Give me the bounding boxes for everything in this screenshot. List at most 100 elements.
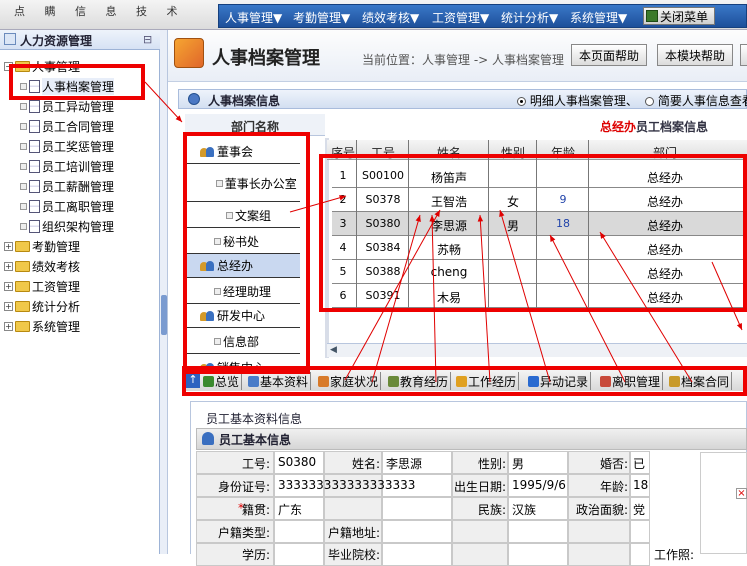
sidebar-item-3[interactable]: 员工合同管理 (20, 118, 114, 135)
menu-attendance[interactable]: 考勤管理▼ (293, 9, 350, 26)
form-subtitle: 员工基本信息 (219, 433, 292, 447)
field-value-gonghao: S0380 (278, 455, 317, 469)
annotation-arrow-head (736, 323, 742, 330)
field-label-xueli: 学历: (241, 548, 270, 562)
field-value-idcard: 333333333333333333 (278, 478, 416, 492)
annotation-arrow-head (175, 115, 182, 122)
user-icon (202, 432, 214, 445)
sidebar-item-label: 考勤管理 (32, 240, 81, 254)
info-bar-title: 人事档案信息 (208, 94, 281, 108)
tree-connector (20, 103, 27, 110)
document-icon (29, 100, 40, 113)
form-value-cell[interactable] (382, 520, 452, 543)
sidebar-item-label: 员工合同管理 (42, 120, 115, 134)
sidebar-item-5[interactable]: 员工培训管理 (20, 158, 114, 175)
field-label-gender: 性别: (477, 457, 506, 471)
form-value-cell[interactable] (508, 520, 568, 543)
sidebar-header: 人力资源管理 ⊟ (0, 30, 160, 50)
sidebar-item-label: 组织架构管理 (42, 220, 115, 234)
radio-checked-icon (517, 97, 526, 106)
tree-connector (20, 123, 27, 130)
scroll-left-icon[interactable]: ◀ (330, 345, 337, 355)
sidebar-item-label: 统计分析 (32, 300, 81, 314)
more-button[interactable] (740, 44, 747, 66)
page-help-button[interactable]: 本页面帮助 (571, 44, 647, 66)
field-value-age: 18 (633, 478, 649, 492)
sidebar-item-7[interactable]: 员工离职管理 (20, 198, 114, 215)
field-value-gender: 男 (512, 457, 525, 471)
folder-icon (15, 321, 30, 332)
brand-text: 点 瞒 信 息 技 术 (14, 5, 186, 18)
sidebar-item-label: 员工奖惩管理 (42, 140, 115, 154)
menu-system[interactable]: 系统管理▼ (570, 9, 627, 26)
folder-icon (15, 261, 30, 272)
collapse-all-icon[interactable]: ⊟ (143, 33, 152, 46)
archive-dept-name: 总经办 (600, 120, 637, 134)
document-icon (29, 180, 40, 193)
expand-icon[interactable]: + (4, 242, 13, 251)
table-hscrollbar[interactable]: ◀ (327, 343, 747, 357)
sidebar-item-label: 员工培训管理 (42, 160, 115, 174)
radio-simple[interactable]: 简要人事信息查看 (645, 92, 747, 109)
field-label-photo: 工作照: (654, 548, 695, 562)
folder-icon (15, 301, 30, 312)
sidebar-item-13[interactable]: + 系统管理 (4, 318, 80, 335)
form-value-cell[interactable] (274, 520, 324, 543)
form-value-cell[interactable] (382, 497, 452, 520)
form-value-cell[interactable] (630, 543, 650, 566)
sidebar-item-11[interactable]: + 工资管理 (4, 278, 80, 295)
panel-splitter[interactable] (160, 30, 168, 554)
field-label-biye: 毕业院校: (327, 548, 380, 562)
document-icon (29, 200, 40, 213)
form-label-cell (568, 543, 630, 566)
sidebar-item-8[interactable]: 组织架构管理 (20, 218, 114, 235)
sidebar-item-6[interactable]: 员工薪酬管理 (20, 178, 114, 195)
form-label-cell (568, 520, 630, 543)
form-value-cell[interactable] (630, 520, 650, 543)
page-title: 人事档案管理 (212, 48, 320, 69)
splitter-grip[interactable] (161, 295, 167, 335)
module-help-button[interactable]: 本模块帮助 (657, 44, 733, 66)
highlight-employee-table (319, 154, 747, 312)
menu-statistics[interactable]: 统计分析▼ (501, 9, 558, 26)
close-menu-button[interactable]: 关闭菜单 (643, 7, 715, 25)
sidebar-item-4[interactable]: 员工奖惩管理 (20, 138, 114, 155)
photo-frame[interactable] (700, 452, 747, 554)
field-label-married: 婚否: (599, 457, 628, 471)
radio-detail[interactable]: 明细人事档案管理、 (517, 92, 638, 109)
sidebar-item-12[interactable]: + 统计分析 (4, 298, 80, 315)
expand-icon[interactable]: + (4, 322, 13, 331)
book-icon (4, 33, 16, 45)
form-label-cell (452, 520, 508, 543)
sidebar-item-9[interactable]: + 考勤管理 (4, 238, 80, 255)
expand-icon[interactable]: + (4, 262, 13, 271)
collapse-icon[interactable] (188, 93, 200, 105)
menu-salary[interactable]: 工资管理▼ (432, 9, 489, 26)
close-menu-icon (646, 10, 658, 22)
menu-performance[interactable]: 绩效考核▼ (362, 9, 419, 26)
document-icon (29, 140, 40, 153)
folder-icon (15, 281, 30, 292)
document-icon (29, 160, 40, 173)
tree-connector (20, 223, 27, 230)
radio-unchecked-icon (645, 97, 654, 106)
menu-hr[interactable]: 人事管理▼ (225, 9, 282, 26)
form-value-cell[interactable] (382, 543, 452, 566)
form-section-title: 员工基本资料信息 (203, 410, 306, 427)
sidebar-item-10[interactable]: + 绩效考核 (4, 258, 80, 275)
sidebar-item-2[interactable]: 员工异动管理 (20, 98, 114, 115)
form-value-cell[interactable] (274, 543, 324, 566)
document-icon (29, 220, 40, 233)
breadcrumb: 当前位置：人事管理 -> 人事档案管理 (362, 53, 565, 67)
field-label-zhengzhi: 政治面貌: (575, 503, 628, 517)
field-label-hujidizhi: 户籍地址: (327, 526, 380, 540)
archive-icon (174, 38, 204, 68)
expand-icon[interactable]: + (4, 282, 13, 291)
field-value-zhengzhi: 党 (633, 503, 646, 517)
form-value-cell[interactable] (508, 543, 568, 566)
highlight-dept-tree (183, 132, 310, 374)
sidebar-item-label: 员工异动管理 (42, 100, 115, 114)
sidebar-item-label: 工资管理 (32, 280, 81, 294)
expand-icon[interactable]: + (4, 302, 13, 311)
field-value-jiguan: 广东 (278, 503, 303, 517)
